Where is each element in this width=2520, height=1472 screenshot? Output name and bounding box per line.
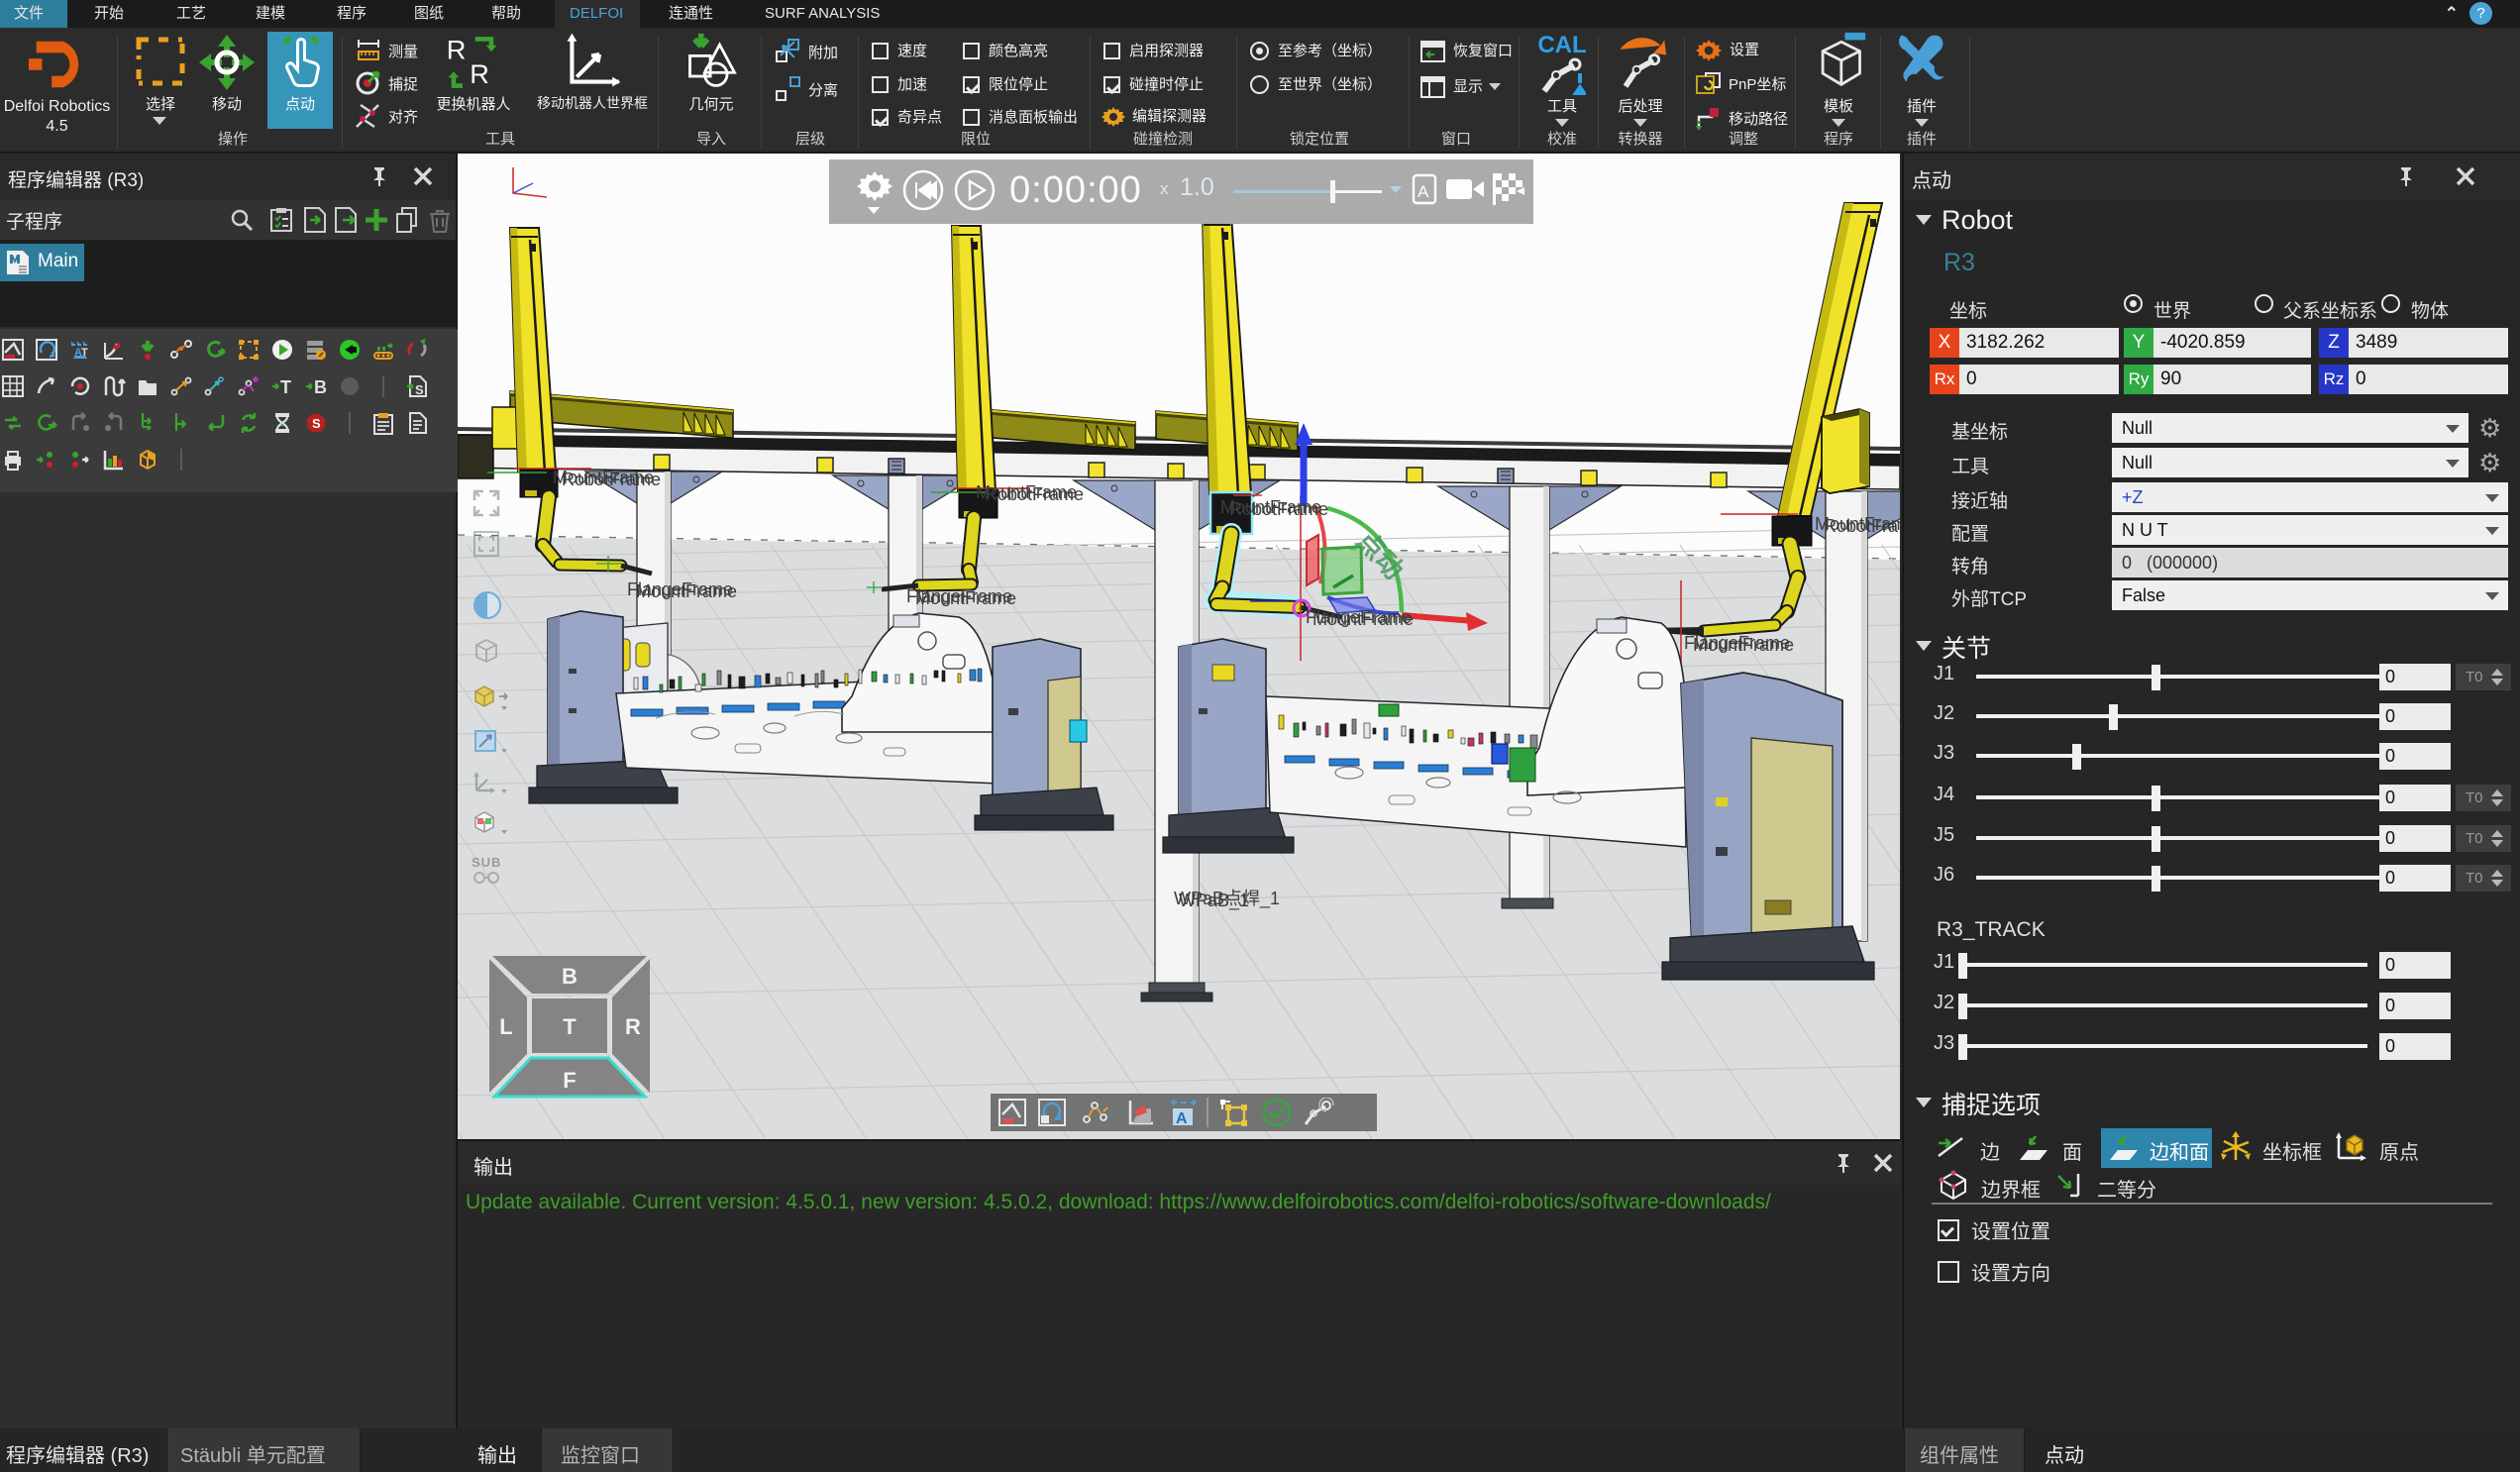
svg-text:B: B [562,964,578,989]
svg-text:B: B [314,377,327,397]
svg-text:MountFrame: MountFrame [915,588,1016,608]
svg-text:MountFrame: MountFrame [1312,609,1414,629]
svg-text:R: R [447,34,467,64]
svg-text:T: T [81,347,88,359]
svg-text:RobotFrame: RobotFrame [562,470,661,489]
svg-text:R: R [470,58,489,89]
svg-text:RobotFra: RobotFra [1824,516,1899,536]
svg-text:A: A [1176,1110,1188,1127]
svg-text:MountFrame: MountFrame [636,581,737,601]
svg-text:F: F [563,1068,576,1093]
svg-text:R: R [625,1014,641,1039]
svg-text:S: S [415,382,424,397]
svg-text:WPaB_1: WPaB_1 [1179,891,1249,911]
svg-text:L: L [499,1014,512,1039]
svg-text:S: S [312,416,321,431]
svg-text:MountFrame: MountFrame [1693,635,1794,655]
svg-text:T: T [563,1014,577,1039]
svg-text:RobotFrame: RobotFrame [1229,499,1328,519]
svg-text:T: T [280,377,291,397]
svg-text:RobotFrame: RobotFrame [985,484,1084,504]
svg-text:A: A [1418,182,1429,201]
